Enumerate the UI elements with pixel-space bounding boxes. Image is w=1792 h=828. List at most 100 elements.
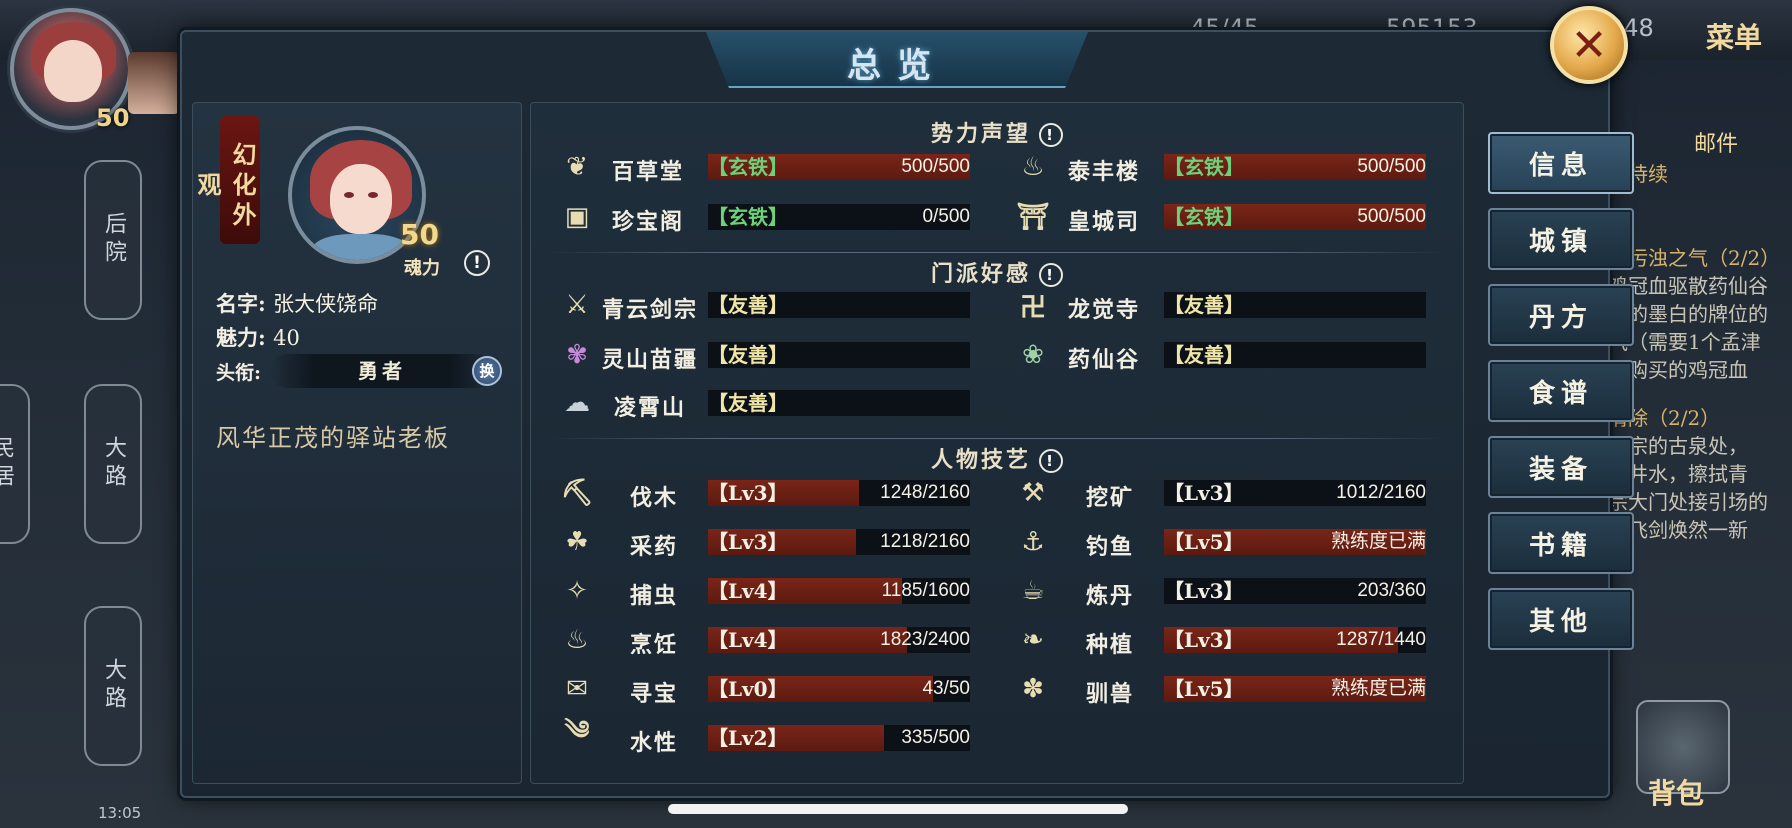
skill-value: 43/50 [922, 678, 970, 699]
window-title: 总览 [847, 46, 947, 86]
menu-town[interactable]: 城镇 [1488, 208, 1634, 270]
home-indicator[interactable] [668, 804, 1128, 814]
sect-name: 灵山苗疆 [602, 347, 699, 373]
skills-info-icon[interactable]: ! [1039, 449, 1063, 473]
swap-title-button[interactable]: 换 [472, 356, 502, 386]
quest-line: 完待续 [1608, 162, 1668, 186]
cooking-icon: ♨ [565, 625, 589, 655]
avatar-face [44, 40, 102, 102]
reputation-bar: 【玄铁】 500/500 [708, 154, 970, 180]
menu-recipes-alchemy[interactable]: 丹方 [1488, 284, 1634, 346]
sect-name: 龙觉寺 [1068, 297, 1141, 323]
menu-equipment[interactable]: 装备 [1488, 436, 1634, 498]
skill-bar: 【Lv4】 1185/1600 [708, 578, 970, 604]
sect-heading: 门派好感! [530, 256, 1464, 288]
soul-level: 50 [400, 218, 439, 251]
skill-name: 钓鱼 [1086, 534, 1135, 560]
skill-name: 挖矿 [1086, 485, 1135, 511]
skill-name: 驯兽 [1086, 681, 1135, 707]
net-icon: ✧ [566, 576, 588, 606]
reputation-bar: 【玄铁】 0/500 [708, 204, 970, 230]
gate-icon: ⛩ [1016, 202, 1050, 232]
skill-level: 【Lv0】 [708, 677, 788, 701]
bar-value: 500/500 [1357, 206, 1426, 227]
companion-avatar[interactable] [128, 52, 180, 114]
sprout-icon: ❧ [1022, 625, 1044, 655]
skill-name: 水性 [630, 730, 679, 756]
charm-value: 40 [273, 326, 300, 350]
skill-value: 熟练度已满 [1330, 678, 1426, 699]
skill-name: 炼丹 [1086, 583, 1135, 609]
quest-line: 凈污浊之气（2/2） [1608, 246, 1781, 270]
skill-bar: 【Lv4】 1823/2400 [708, 627, 970, 653]
appearance-badge[interactable]: 幻化外观 [193, 116, 260, 244]
quest-line: 鸡冠血驱散药仙谷 [1608, 274, 1768, 298]
menu-button[interactable]: 菜单 [1706, 16, 1762, 56]
skill-bar: 【Lv3】 1012/2160 [1164, 480, 1426, 506]
quest-spacer [1608, 188, 1792, 244]
skill-level: 【Lv4】 [708, 579, 788, 603]
nav-residence[interactable]: 民居 [0, 384, 30, 544]
rank-tag: 【友善】 [1164, 343, 1244, 367]
skill-level: 【Lv2】 [708, 726, 788, 750]
close-icon: ✕ [1570, 19, 1608, 71]
skill-bar: 【Lv3】 1218/2160 [708, 529, 970, 555]
close-button[interactable]: ✕ [1550, 6, 1628, 84]
quest-line: 门的墨白的牌位的 [1608, 302, 1768, 326]
nav-road-1[interactable]: 大路 [84, 384, 142, 544]
skill-value: 1012/2160 [1336, 482, 1426, 503]
menu-recipes-food[interactable]: 食谱 [1488, 360, 1634, 422]
player-level: 50 [96, 104, 130, 132]
rank-tag: 【友善】 [708, 343, 788, 367]
portrait-eye [344, 192, 354, 198]
pot-icon: ♨ [1021, 152, 1045, 182]
skill-value: 203/360 [1357, 580, 1426, 601]
skill-name: 伐木 [630, 485, 679, 511]
axe-icon: ⛏ [560, 478, 594, 508]
skill-bar: 【Lv3】 203/360 [1164, 578, 1426, 604]
cloud-icon: ☁ [564, 388, 590, 418]
skill-level: 【Lv3】 [1164, 481, 1244, 505]
faction-name: 百草堂 [612, 159, 685, 185]
butterfly-icon: ✾ [566, 340, 588, 370]
reputation-title: 势力声望 [930, 121, 1031, 147]
skills-title: 人物技艺 [930, 447, 1031, 473]
bag-label[interactable]: 背包 [1648, 772, 1704, 812]
status-time: 13:05 [98, 804, 142, 822]
nav-road-2[interactable]: 大路 [84, 606, 142, 766]
portrait-eye [368, 192, 378, 198]
skill-name: 捕虫 [630, 583, 679, 609]
quest-line: 身飞剑焕然一新 [1608, 518, 1748, 542]
section-divider [548, 438, 1446, 439]
quest-spacer [1608, 384, 1792, 404]
skill-name: 烹饪 [630, 632, 679, 658]
bar-value: 0/500 [922, 206, 970, 227]
menu-info[interactable]: 信息 [1488, 132, 1634, 194]
name-field: 名字: 张大侠饶命 [216, 288, 378, 318]
menu-books[interactable]: 书籍 [1488, 512, 1634, 574]
sickle-icon: ☘ [565, 527, 589, 557]
quest-line: 宗大门处接引场的 [1608, 490, 1768, 514]
cauldron-icon: ☕ [1021, 576, 1045, 606]
quest-line: 处购买的鸡冠血 [1608, 358, 1748, 382]
quest-tracker[interactable]: 完待续 凈污浊之气（2/2） 鸡冠血驱散药仙谷 门的墨白的牌位的 气（需要1个孟… [1608, 160, 1792, 544]
sect-name: 凌霄山 [614, 395, 687, 421]
skill-value: 335/500 [901, 727, 970, 748]
sect-info-icon[interactable]: ! [1039, 263, 1063, 287]
skill-value: 1185/1600 [881, 580, 970, 601]
sect-name: 青云剑宗 [602, 297, 699, 323]
reputation-info-icon[interactable]: ! [1039, 123, 1063, 147]
menu-other[interactable]: 其他 [1488, 588, 1634, 650]
skill-level: 【Lv4】 [708, 628, 788, 652]
soul-info-icon[interactable]: ! [464, 250, 490, 276]
skill-value: 熟练度已满 [1330, 531, 1426, 552]
skill-level: 【Lv5】 [1164, 530, 1244, 554]
nav-backyard[interactable]: 后院 [84, 160, 142, 320]
lotus-icon: ❀ [1022, 340, 1044, 370]
buddha-icon: 卍 [1019, 292, 1046, 323]
mail-button[interactable]: 邮件 [1694, 126, 1738, 158]
faction-name: 珍宝阁 [612, 209, 685, 235]
quest-line: 清除（2/2） [1608, 406, 1721, 430]
skill-value: 1823/2400 [880, 629, 970, 650]
sect-bar: 【友善】 [708, 292, 970, 318]
